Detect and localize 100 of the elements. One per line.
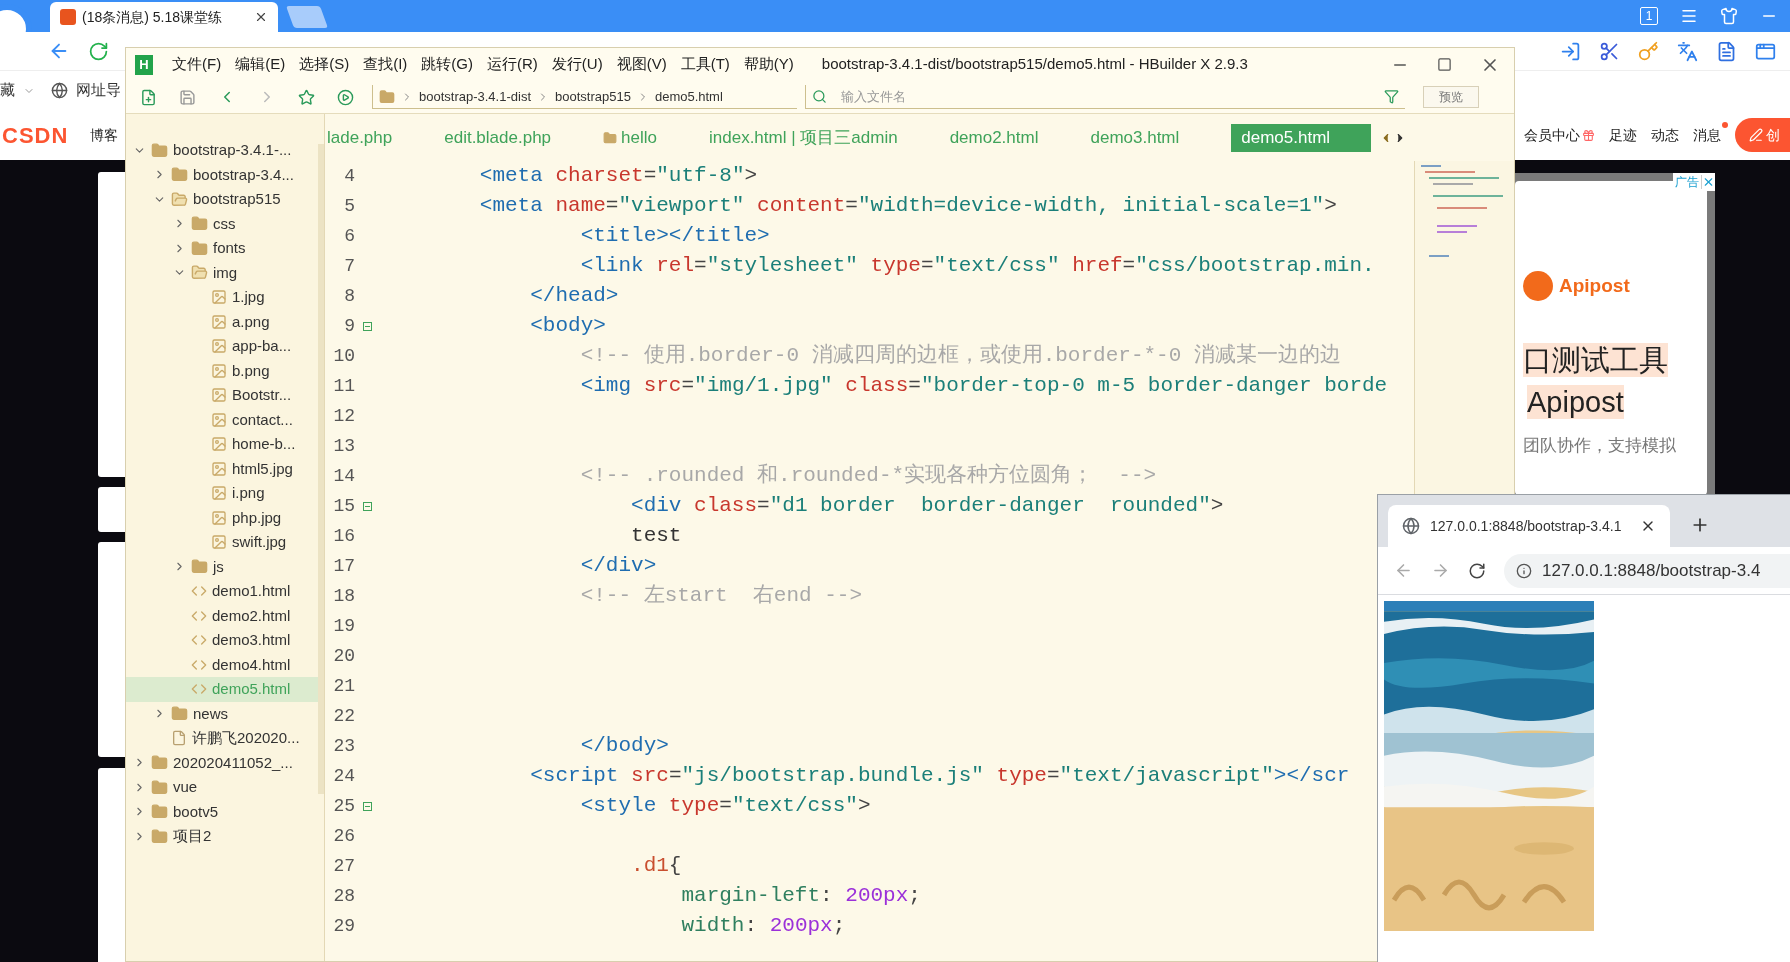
translate-icon[interactable] [1677,40,1698,62]
tree-item[interactable]: a.png [126,309,318,334]
tree-item[interactable]: vue [126,775,318,800]
line-number: 19 [332,614,355,638]
code-line: <!-- 左start 右end --> [579,583,863,610]
tree-item[interactable]: b.png [126,358,318,383]
preview-tab[interactable]: 127.0.0.1:8848/bootstrap-3.4.1 [1388,505,1670,547]
menu-item[interactable]: 文件(F) [172,53,222,76]
nav-link[interactable]: 足迹 [1609,124,1637,146]
menu-item[interactable]: 发行(U) [551,53,603,76]
save-icon[interactable] [179,88,196,106]
tree-item[interactable]: js [126,554,318,579]
nav-link[interactable]: 会员中心 [1524,124,1595,146]
file-icon [171,730,187,747]
code-line: <img src="img/1.jpg" class="border-top-0 m-5 border-danger borde [579,373,1388,400]
tree-item[interactable]: demo4.html [126,652,318,677]
tree-item[interactable]: fonts [126,236,318,261]
bookmark-link[interactable]: 藏 [0,79,15,102]
ad-text: 团队协作，支持模拟 [1523,435,1677,457]
globe-icon[interactable] [51,82,68,99]
star-icon[interactable] [298,88,315,106]
fold-marker-icon[interactable] [362,801,372,811]
tree-item[interactable]: bootv5 [126,799,318,824]
info-icon[interactable] [1516,562,1532,579]
maximize-icon[interactable] [1437,57,1452,72]
breadcrumb-item[interactable]: bootstrap515 [555,86,631,107]
run-icon[interactable] [337,88,354,106]
tree-item[interactable]: php.jpg [126,505,318,530]
close-icon[interactable] [254,10,268,24]
menu-item[interactable]: 查找(I) [363,53,408,76]
fold-marker-icon[interactable] [362,321,372,331]
line-number: 28 [332,884,355,908]
filter-icon[interactable] [1384,89,1399,104]
new-tab-button[interactable] [286,6,328,28]
code-line: <meta charset="utf-8"> [478,163,758,190]
tree-item[interactable]: Bootstr... [126,383,318,408]
tree-item[interactable]: img [126,260,318,285]
line-number: 4 [343,164,355,188]
back-icon[interactable] [1394,561,1413,580]
new-file-icon[interactable] [140,88,157,106]
folder-icon [191,215,208,233]
tree-item[interactable]: contact... [126,407,318,432]
tree-item[interactable]: 许鹏飞202020... [126,726,318,751]
menu-item[interactable]: 视图(V) [616,53,667,76]
tree-item[interactable]: home-b... [126,432,318,457]
code-line: <link rel="stylesheet" type="text/css" href="css/bootstrap.min. [579,253,1375,280]
tree-item[interactable]: news [126,701,318,726]
tree-item[interactable]: css [126,211,318,236]
menu-item[interactable]: 运行(R) [487,53,538,76]
project-folder-icon [151,803,168,821]
document-icon[interactable] [1716,40,1737,62]
menu-item[interactable]: 选择(S) [299,53,350,76]
line-number: 13 [332,434,355,458]
browser-tab[interactable]: (18条消息) 5.18课堂练 [50,2,278,32]
tree-item[interactable]: html5.jpg [126,456,318,481]
preview-button[interactable]: 预览 [1423,86,1479,108]
folder-icon [191,264,208,282]
tree-item[interactable]: i.png [126,481,318,506]
nav-link[interactable]: 消息 [1693,124,1721,146]
forward-icon[interactable] [1431,561,1450,580]
nav-link[interactable]: 博客 [90,124,119,146]
menu-icon[interactable] [1680,7,1698,25]
tree-item[interactable]: swift.jpg [126,530,318,555]
tree-item[interactable]: bootstrap-3.4... [126,162,318,187]
code-line: </body> [579,733,669,760]
image-file-icon [211,436,227,453]
tree-item[interactable]: 1.jpg [126,285,318,310]
tree-item[interactable]: demo1.html [126,579,318,604]
bookmark-link[interactable]: 网址导 [76,79,121,102]
tree-item[interactable]: 项目2 [126,824,318,849]
image-file-icon [211,411,227,428]
project-folder-icon [151,827,168,845]
fold-marker-icon[interactable] [362,501,372,511]
address-bar[interactable]: 127.0.0.1:8848/bootstrap-3.4 [1504,553,1790,588]
menu-item[interactable]: 编辑(E) [235,53,286,76]
key-icon[interactable] [1638,40,1659,62]
tree-item[interactable]: app-ba... [126,334,318,359]
line-number: 10 [332,344,355,368]
tree-item[interactable]: 202020411052_... [126,750,318,775]
tree-item[interactable]: bootstrap515 [126,187,318,212]
code-line: <div class="d1 border border-danger rounded"> [630,493,1224,520]
breadcrumb-item[interactable]: bootstrap-3.4.1-dist [419,86,531,107]
nav-link[interactable]: 动态 [1651,124,1679,146]
search-icon [812,89,827,104]
reload-icon[interactable] [1468,561,1486,580]
image-file-icon [211,289,227,306]
breadcrumb-item[interactable]: demo5.html [654,86,723,107]
project-folder-icon [151,754,168,772]
tree-item[interactable]: demo3.html [126,628,318,653]
scrollbar-thumb[interactable] [318,144,324,794]
globe-icon [1402,517,1420,535]
tree-item[interactable]: demo2.html [126,603,318,628]
refresh-icon[interactable] [88,40,109,62]
tree-item[interactable]: bootstrap-3.4.1-... [126,138,318,163]
menu-item[interactable]: 跳转(G) [421,53,473,76]
shirt-icon[interactable] [1720,7,1738,25]
scissors-icon[interactable] [1599,40,1620,62]
menu-item[interactable]: 帮助(Y) [743,53,794,76]
code-line: margin-left: 200px; [680,883,921,910]
menu-item[interactable]: 工具(T) [680,53,730,76]
